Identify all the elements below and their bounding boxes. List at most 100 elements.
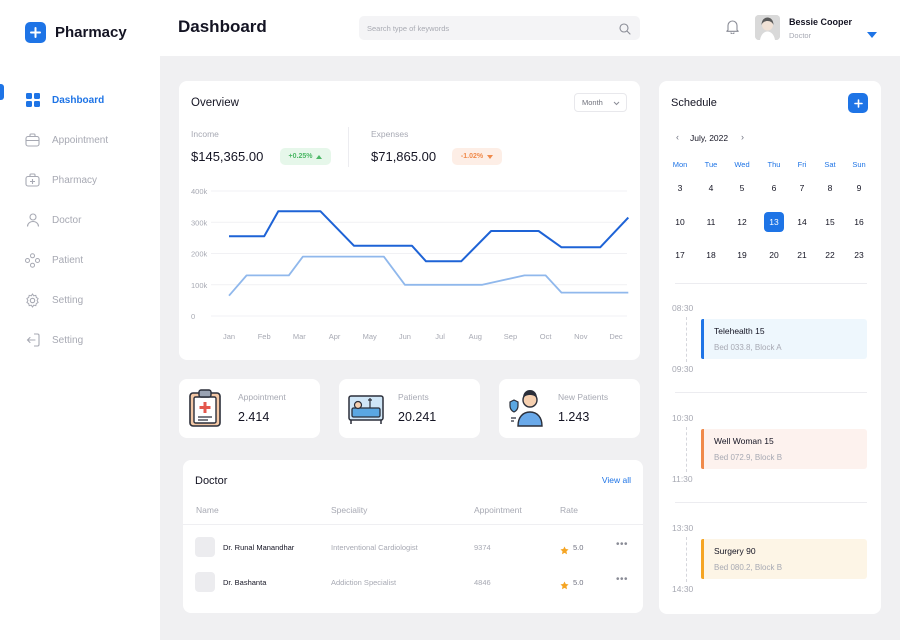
avatar[interactable] [755, 15, 780, 40]
more-options-icon[interactable]: ••• [616, 574, 628, 585]
stat-label: Patients [398, 392, 429, 402]
x-tick-label: Mar [293, 332, 306, 341]
calendar-day[interactable]: 22 [820, 245, 840, 265]
x-tick-label: Jan [223, 332, 235, 341]
x-tick-label: Jul [435, 332, 445, 341]
income-value: $145,365.00 [191, 149, 264, 164]
y-tick-label: 300k [191, 218, 208, 227]
schedule-title: Schedule [671, 97, 717, 109]
x-tick-label: May [363, 332, 377, 341]
caret-down-icon[interactable] [867, 25, 877, 43]
column-header-name: Name [196, 505, 219, 515]
y-tick-label: 0 [191, 312, 195, 321]
calendar-day[interactable]: 12 [732, 212, 752, 232]
sidebar-nav: Dashboard Appointment Pharmacy Doctor Pa… [0, 80, 160, 360]
event-end-time: 11:30 [672, 474, 693, 484]
logout-icon [25, 333, 40, 348]
timeline-connector [686, 427, 687, 472]
search-icon[interactable] [619, 22, 631, 40]
income-label: Income [191, 129, 219, 139]
timeline-connector [686, 317, 687, 362]
schedule-event[interactable]: Surgery 90 Bed 080.2, Block B [701, 539, 867, 579]
calendar-day[interactable]: 7 [792, 178, 812, 198]
x-tick-label: Dec [609, 332, 623, 341]
doctor-avatar [195, 572, 215, 592]
sidebar-item-setting[interactable]: Setting [0, 280, 160, 320]
period-select[interactable]: Month [574, 93, 627, 112]
sidebar-item-patient[interactable]: Patient [0, 240, 160, 280]
sidebar-item-pharmacy[interactable]: Pharmacy [0, 160, 160, 200]
calendar-day[interactable]: 17 [670, 245, 690, 265]
calendar-day[interactable]: 23 [849, 245, 869, 265]
doctor-name: Dr. Bashanta [223, 578, 267, 587]
doctor-speciality: Addiction Specialist [331, 578, 397, 587]
doctor-title: Doctor [195, 475, 228, 487]
doctor-rate: 5.0 [573, 543, 584, 552]
table-row[interactable]: Dr. Bashanta Addiction Specialist 4846 5… [183, 568, 643, 598]
user-icon [25, 213, 40, 228]
event-location: Bed 033.8, Block A [714, 343, 782, 352]
doctor-card: Doctor View all Name Speciality Appointm… [183, 460, 643, 613]
y-tick-label: 200k [191, 250, 208, 259]
weekday-label: Fri [797, 160, 807, 169]
stat-card-new-patients[interactable]: New Patients 1.243 [499, 379, 640, 438]
calendar-day[interactable]: 6 [764, 178, 784, 198]
app-name: Pharmacy [55, 24, 127, 41]
table-row[interactable]: Dr. Runal Manandhar Interventional Cardi… [183, 533, 643, 563]
expenses-series-line [228, 255, 629, 297]
calendar-next-button[interactable]: › [741, 132, 744, 142]
search-input[interactable] [367, 16, 607, 40]
calendar-day[interactable]: 18 [701, 245, 721, 265]
weekday-label: Sat [824, 160, 836, 169]
event-location: Bed 080.2, Block B [714, 563, 783, 572]
timeline-connector [686, 537, 687, 582]
sidebar-item-label: Setting [52, 334, 84, 346]
calendar-prev-button[interactable]: ‹ [676, 132, 679, 142]
add-schedule-button[interactable] [848, 93, 868, 113]
calendar-day[interactable]: 15 [820, 212, 840, 232]
calendar-day[interactable]: 8 [820, 178, 840, 198]
event-title: Surgery 90 [714, 546, 756, 556]
arrow-down-icon [487, 154, 494, 159]
sidebar-item-label: Pharmacy [52, 174, 98, 186]
calendar-day[interactable]: 20 [764, 245, 784, 265]
app-logo[interactable]: Pharmacy [25, 22, 127, 43]
sidebar-item-dashboard[interactable]: Dashboard [0, 80, 160, 120]
calendar-month: July, 2022 [690, 133, 729, 143]
view-all-link[interactable]: View all [602, 475, 631, 485]
calendar-day[interactable]: 11 [701, 212, 721, 232]
doctor-avatar [195, 537, 215, 557]
income-change: +0.25% [288, 153, 313, 160]
sidebar-item-logout[interactable]: Setting [0, 320, 160, 360]
schedule-event[interactable]: Well Woman 15 Bed 072.9, Block B [701, 429, 867, 469]
clipboard-medical-icon [188, 388, 222, 428]
calendar-day[interactable]: 10 [670, 212, 690, 232]
expenses-value: $71,865.00 [371, 149, 437, 164]
stat-card-patients[interactable]: Patients 20.241 [339, 379, 480, 438]
sidebar-item-doctor[interactable]: Doctor [0, 200, 160, 240]
calendar-day[interactable]: 16 [849, 212, 869, 232]
sidebar-item-appointment[interactable]: Appointment [0, 120, 160, 160]
people-icon [25, 252, 40, 268]
chevron-down-icon [613, 99, 620, 108]
schedule-event[interactable]: Telehealth 15 Bed 033.8, Block A [701, 319, 867, 359]
x-tick-label: Jun [399, 332, 411, 341]
event-start-time: 10:30 [672, 413, 694, 423]
y-tick-label: 400k [191, 187, 208, 196]
calendar-day[interactable]: 19 [732, 245, 752, 265]
calendar-day[interactable]: 21 [792, 245, 812, 265]
event-end-time: 09:30 [672, 364, 694, 374]
calendar-day[interactable]: 14 [792, 212, 812, 232]
calendar-day[interactable]: 9 [849, 178, 869, 198]
bell-icon[interactable] [726, 19, 739, 39]
stat-value: 2.414 [238, 410, 270, 424]
calendar-day[interactable]: 5 [732, 178, 752, 198]
calendar-day[interactable]: 4 [701, 178, 721, 198]
more-options-icon[interactable]: ••• [616, 539, 628, 550]
calendar-day[interactable]: 3 [670, 178, 690, 198]
star-icon [560, 542, 569, 560]
calendar-day-selected[interactable]: 13 [764, 212, 784, 232]
expenses-change: -1.02% [460, 153, 484, 160]
schedule-card: Schedule ‹ July, 2022 › Mon Tue Wed Thu Fri S… [659, 81, 881, 614]
stat-card-appointment[interactable]: Appointment 2.414 [179, 379, 320, 438]
